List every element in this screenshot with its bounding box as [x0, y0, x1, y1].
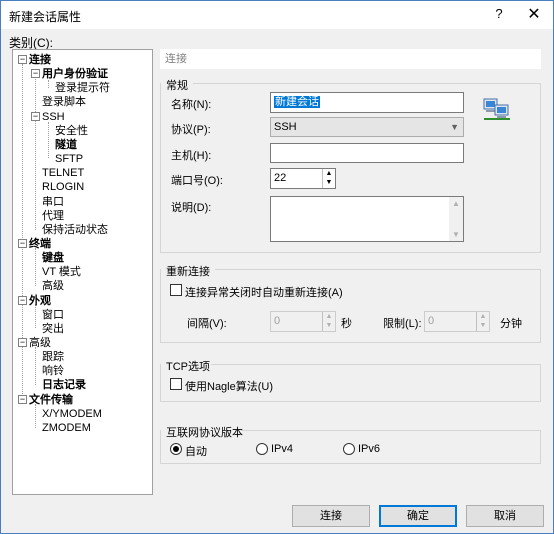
scroll-up-icon[interactable]: ▲: [452, 199, 460, 208]
tree-item[interactable]: 登录提示符: [55, 81, 110, 95]
tree-item[interactable]: 窗口: [42, 308, 64, 322]
limit-input[interactable]: 0 ▲ ▼: [424, 311, 490, 332]
interval-label: 间隔(V):: [187, 318, 227, 330]
tree-item[interactable]: SFTP: [55, 152, 83, 166]
port-label: 端口号(O):: [171, 175, 223, 187]
limit-spinner[interactable]: ▲ ▼: [476, 312, 489, 331]
tree-item[interactable]: 文件传输: [29, 393, 73, 407]
tree-item[interactable]: SSH: [42, 110, 65, 124]
ok-button[interactable]: 确定: [379, 505, 457, 527]
spin-down-icon[interactable]: ▼: [323, 178, 335, 187]
tree-expander-icon[interactable]: −: [18, 338, 27, 347]
interval-input-value: 0: [274, 315, 281, 327]
ipv6-label[interactable]: IPv6: [358, 443, 380, 455]
tree-item[interactable]: 隧道: [55, 138, 77, 152]
tree-expander-icon[interactable]: −: [18, 295, 27, 305]
ip-auto-radio[interactable]: [170, 443, 182, 455]
auto-reconnect-checkbox[interactable]: [170, 284, 182, 296]
scroll-down-icon[interactable]: ▼: [452, 230, 460, 239]
window-title: 新建会话属性: [9, 10, 82, 24]
cancel-button[interactable]: 取消: [466, 505, 544, 527]
port-spinner[interactable]: ▲ ▼: [322, 169, 335, 188]
interval-spinner[interactable]: ▲ ▼: [322, 312, 335, 331]
help-button[interactable]: ?: [489, 6, 509, 24]
ipv6-radio[interactable]: [343, 443, 355, 455]
name-input-value: 新建会话: [274, 96, 320, 108]
tree-item[interactable]: 跟踪: [42, 350, 64, 364]
host-label: 主机(H):: [171, 150, 212, 162]
ipv4-radio[interactable]: [256, 443, 268, 455]
limit-unit: 分钟: [500, 318, 522, 330]
tree-item[interactable]: 日志记录: [42, 378, 86, 392]
tree-item[interactable]: 外观: [29, 294, 51, 308]
tree-item[interactable]: 终端: [29, 237, 51, 251]
tree-expander-icon[interactable]: −: [18, 55, 27, 64]
title-bar: 新建会话属性 ? ✕: [1, 1, 553, 29]
close-button[interactable]: ✕: [523, 4, 545, 26]
interval-input[interactable]: 0 ▲ ▼: [270, 311, 336, 332]
tree-item[interactable]: 高级: [29, 336, 51, 350]
tree-item[interactable]: 安全性: [55, 124, 88, 138]
port-input[interactable]: 22 ▲ ▼: [270, 168, 336, 189]
port-input-value: 22: [274, 172, 287, 184]
tree-item[interactable]: 代理: [42, 209, 64, 223]
tree-item[interactable]: 串口: [42, 195, 64, 209]
limit-input-value: 0: [428, 315, 435, 327]
ipv4-label[interactable]: IPv4: [271, 443, 293, 455]
nagle-checkbox[interactable]: [170, 378, 182, 390]
tree-item[interactable]: X/YMODEM: [42, 407, 102, 421]
spin-down-icon[interactable]: ▼: [477, 321, 489, 330]
tree-item[interactable]: ZMODEM: [42, 421, 91, 435]
ip-auto-label[interactable]: 自动: [185, 443, 207, 459]
tree-item[interactable]: 连接: [29, 53, 51, 67]
tree-expander-icon[interactable]: −: [18, 394, 27, 404]
tree-item[interactable]: 登录脚本: [42, 95, 86, 109]
tree-expander-icon[interactable]: −: [18, 238, 27, 248]
name-input[interactable]: 新建会话: [270, 92, 464, 113]
tree-item[interactable]: 高级: [42, 279, 64, 293]
protocol-label: 协议(P):: [171, 124, 211, 136]
spin-up-icon[interactable]: ▲: [323, 169, 335, 178]
spin-down-icon[interactable]: ▼: [323, 321, 335, 330]
protocol-select[interactable]: SSH ▼: [270, 117, 464, 137]
session-properties-dialog: 新建会话属性 ? ✕ 类别(C): − 连接 − 用户身份验证 登录提示符 登录脚本 − SS…: [0, 0, 554, 534]
host-input[interactable]: [270, 143, 464, 163]
limit-label: 限制(L):: [383, 318, 422, 330]
tree-item[interactable]: 用户身份验证: [42, 67, 108, 81]
interval-unit: 秒: [341, 318, 352, 330]
section-header: 连接: [160, 49, 541, 69]
tree-item[interactable]: 突出: [42, 322, 64, 336]
auto-reconnect-label[interactable]: 连接异常关闭时自动重新连接(A): [185, 284, 343, 300]
tree-item[interactable]: 保持活动状态: [42, 223, 108, 237]
network-computers-icon: [482, 95, 512, 123]
chevron-down-icon: ▼: [450, 122, 459, 132]
tree-item[interactable]: VT 模式: [42, 265, 81, 279]
tree-item[interactable]: RLOGIN: [42, 180, 84, 194]
description-textarea[interactable]: ▲ ▼: [270, 196, 464, 242]
category-tree[interactable]: − 连接 − 用户身份验证 登录提示符 登录脚本 − SSH 安全性 隧道 SFTP TELNET RL…: [12, 49, 153, 495]
connect-button[interactable]: 连接: [292, 505, 370, 527]
textarea-scrollbar[interactable]: ▲ ▼: [449, 197, 463, 241]
tree-expander-icon[interactable]: −: [31, 111, 40, 121]
tree-expander-icon[interactable]: −: [31, 69, 40, 79]
description-label: 说明(D):: [171, 202, 212, 214]
spin-up-icon[interactable]: ▲: [323, 312, 335, 321]
nagle-label[interactable]: 使用Nagle算法(U): [185, 378, 273, 394]
spin-up-icon[interactable]: ▲: [477, 312, 489, 321]
tree-item[interactable]: 响铃: [42, 364, 64, 378]
name-label: 名称(N):: [171, 99, 212, 111]
tree-item[interactable]: TELNET: [42, 166, 84, 180]
tree-item[interactable]: 键盘: [42, 251, 64, 265]
protocol-select-value: SSH: [274, 121, 297, 133]
